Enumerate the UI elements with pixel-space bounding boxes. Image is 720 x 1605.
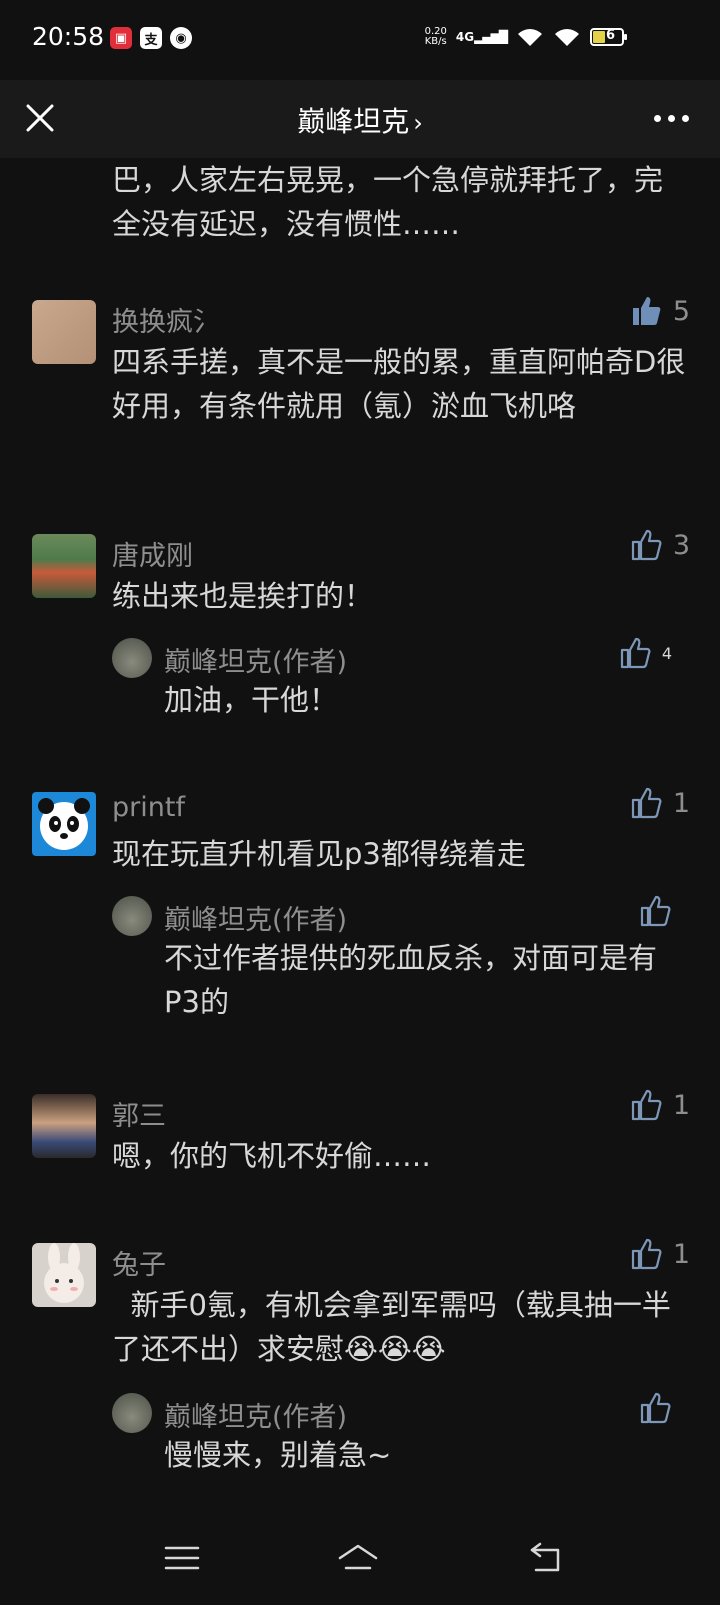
reply-text: 加油，干他！ — [164, 683, 339, 717]
comment-author[interactable]: 唐成刚 — [112, 534, 193, 573]
app-notification-icon: ◉ — [170, 27, 192, 49]
thumbs-up-icon — [632, 297, 661, 325]
like-count: 1 — [672, 1089, 690, 1121]
dot-icon — [682, 114, 689, 122]
comment-text: 四系手搓，真不是一般的累，重直阿帕奇D很好用，有条件就用（氪）淤血飞机咯 — [112, 345, 686, 423]
like-button[interactable] — [638, 1391, 672, 1425]
comment-text: 练出来也是挨打的！ — [112, 579, 374, 613]
author-avatar[interactable] — [112, 638, 152, 678]
wifi-icon — [518, 29, 542, 46]
comment-text: 巴，人家左右晃晃，一个急停就拜托了，完全没有延迟，没有惯性…… — [112, 163, 664, 241]
thumbs-up-outline-icon — [631, 1089, 662, 1121]
menu-icon[interactable] — [160, 1538, 204, 1578]
like-button[interactable]: 1 — [629, 1088, 690, 1122]
status-time: 20:58 — [32, 22, 105, 51]
network-speed: 0.20 KB/s — [425, 27, 447, 47]
reply-author[interactable]: 巅峰坦克(作者) — [164, 640, 347, 679]
network-speed-unit: KB/s — [424, 36, 447, 47]
thumbs-up-outline-icon — [631, 787, 662, 819]
back-icon[interactable] — [526, 1538, 570, 1578]
reply-text: 不过作者提供的死血反杀，对面可是有P3的 — [164, 941, 658, 1019]
comment-author[interactable]: 换换疯氵 — [112, 300, 220, 339]
like-button[interactable]: 1 — [629, 786, 690, 820]
comment-author[interactable]: 郭三 — [112, 1094, 166, 1133]
reply-author[interactable]: 巅峰坦克(作者) — [164, 898, 347, 937]
avatar[interactable] — [32, 1243, 96, 1307]
app-notification-icon: ▣ — [110, 27, 132, 49]
comment-text: 现在玩直升机看见p3都得绕着走 — [112, 837, 526, 871]
like-count: 3 — [672, 529, 690, 561]
thumbs-up-outline-icon — [620, 637, 651, 669]
avatar[interactable] — [32, 792, 96, 856]
battery-level: 6 — [606, 28, 616, 43]
like-button[interactable] — [638, 894, 672, 928]
comment-text: 嗯，你的飞机不好偷…… — [112, 1139, 432, 1173]
thumbs-up-outline-icon — [640, 1392, 671, 1424]
like-count: 1 — [672, 787, 690, 819]
battery-icon: 6 — [590, 28, 627, 46]
like-button[interactable]: 4 — [618, 636, 672, 670]
avatar[interactable] — [32, 1094, 96, 1158]
author-avatar[interactable] — [112, 1393, 152, 1433]
notification-icons: ▣ 支 ◉ — [110, 27, 192, 49]
system-status-icons: 0.20 KB/s 4G▂▄▆█ 6 — [425, 26, 627, 48]
like-button[interactable]: 3 — [629, 528, 690, 562]
panda-avatar-icon — [38, 798, 90, 850]
avatar[interactable] — [32, 300, 96, 364]
system-nav-bar — [0, 1510, 720, 1605]
status-bar: 20:58 ▣ 支 ◉ 0.20 KB/s 4G▂▄▆█ 6 — [0, 0, 720, 80]
dot-icon — [668, 114, 675, 122]
more-options-button[interactable] — [654, 106, 694, 130]
like-button[interactable]: 1 — [629, 1237, 690, 1271]
top-header: 巅峰坦克 › — [0, 80, 720, 158]
reply-text: 慢慢来，别着急~ — [164, 1438, 392, 1472]
comment-author[interactable]: printf — [112, 792, 185, 823]
wifi-icon — [555, 29, 579, 46]
like-button[interactable]: 5 — [629, 294, 690, 328]
thumbs-up-outline-icon — [631, 1238, 662, 1270]
reply-author[interactable]: 巅峰坦克(作者) — [164, 1395, 347, 1434]
page-title[interactable]: 巅峰坦克 › — [0, 100, 720, 140]
dot-icon — [654, 114, 661, 122]
author-avatar[interactable] — [112, 896, 152, 936]
thumbs-up-outline-icon — [640, 895, 671, 927]
avatar[interactable] — [32, 534, 96, 598]
comment-author[interactable]: 兔子 — [112, 1243, 166, 1282]
page-title-text: 巅峰坦克 — [297, 105, 410, 138]
like-count: 5 — [672, 295, 690, 327]
comment-text: 新手0氪，有机会拿到军需吗（载具抽一半了还不出）求安慰😭😭😭 — [112, 1288, 671, 1366]
network-type: 4G — [455, 30, 475, 44]
chevron-right-icon: › — [413, 109, 423, 137]
home-icon[interactable] — [336, 1538, 380, 1578]
rabbit-avatar-icon — [44, 1243, 84, 1303]
like-count: 1 — [672, 1238, 690, 1270]
app-notification-icon: 支 — [140, 27, 162, 49]
thumbs-up-outline-icon — [631, 529, 662, 561]
like-count: 4 — [661, 643, 672, 663]
cellular-signal-icon: 4G▂▄▆█ — [455, 30, 508, 44]
